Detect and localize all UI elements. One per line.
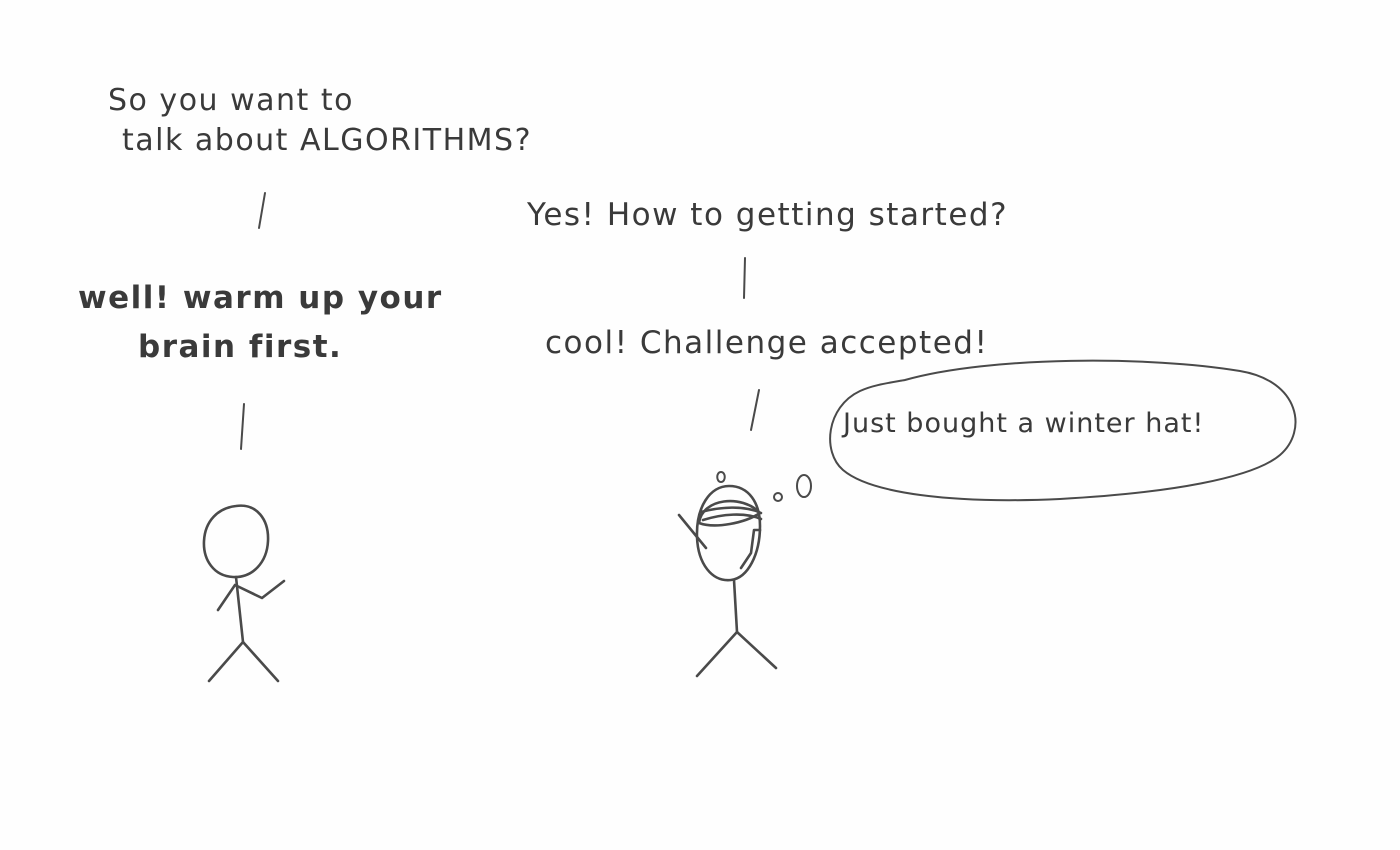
- hat-pompom: [716, 471, 726, 483]
- speech-question-line-2: talk about ALGORITHMS?: [122, 123, 533, 158]
- speech-accept-line: cool! Challenge accepted!: [545, 325, 989, 361]
- right-figure-arms: [677, 513, 762, 570]
- speech-answer-line: Yes! How to getting started?: [527, 197, 1009, 233]
- speech-advice-line-2: brain first.: [138, 329, 343, 365]
- left-stick-figure: [202, 504, 286, 683]
- speech-question-line-1: So you want to: [108, 83, 354, 118]
- speech-answer: Yes! How to getting started?: [527, 200, 1008, 231]
- winter-hat: [697, 499, 762, 527]
- left-figure-legs: [207, 640, 280, 683]
- left-figure-head: [202, 504, 270, 579]
- speech-advice-line-1: well! warm up your: [78, 280, 443, 316]
- speech-tail-line1: [258, 192, 266, 229]
- comic-panel: So you want to talk about ALGORITHMS? Ye…: [0, 0, 1400, 850]
- speech-accept: cool! Challenge accepted!: [545, 328, 988, 359]
- speech-tail-line4: [750, 389, 760, 431]
- thought-bubble-text: Just bought a winter hat!: [843, 408, 1205, 439]
- right-figure-body: [732, 578, 739, 634]
- speech-question: So you want to talk about ALGORITHMS?: [108, 86, 532, 156]
- speech-tail-line2: [743, 257, 746, 299]
- left-figure-arm: [216, 579, 286, 612]
- right-figure-legs: [695, 630, 778, 678]
- speech-tail-line3: [240, 403, 245, 450]
- thought-dot-small: [773, 492, 783, 502]
- thought-dot-large: [796, 474, 812, 498]
- speech-advice: well! warm up your brain first.: [78, 283, 443, 363]
- right-stick-figure: [677, 471, 778, 678]
